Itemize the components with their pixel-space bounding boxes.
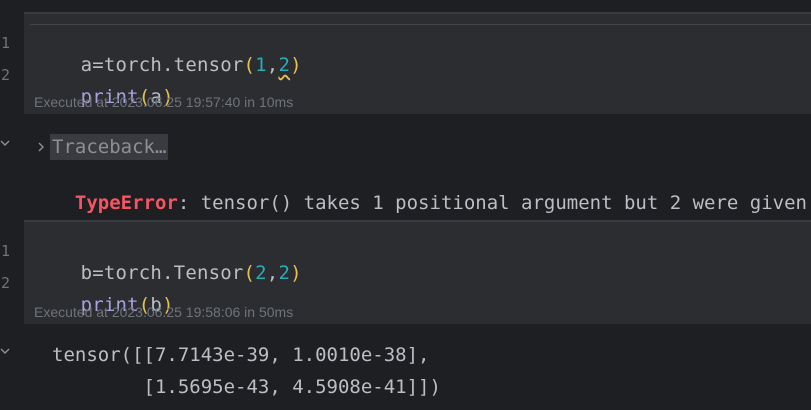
code-token-warning: 2 bbox=[278, 54, 291, 76]
code-cell-2[interactable]: b=torch.Tensor(2,2) print(b) Executed at… bbox=[24, 220, 811, 324]
execution-info: Executed at 2023.06.25 19:57:40 in 10ms bbox=[34, 94, 294, 110]
code-cell-1[interactable]: a=torch.tensor(1,2) print(a) Executed at… bbox=[24, 12, 811, 114]
error-type: TypeError bbox=[74, 192, 178, 214]
cell-divider bbox=[30, 24, 811, 25]
line-number: 1 bbox=[1, 242, 11, 260]
error-output: TypeError: tensor() takes 1 positional a… bbox=[52, 170, 807, 214]
chevron-down-icon[interactable] bbox=[0, 136, 10, 152]
chevron-down-icon[interactable] bbox=[0, 344, 10, 360]
code-token: ) bbox=[290, 54, 302, 76]
code-token: , bbox=[266, 262, 279, 284]
code-token: , bbox=[266, 54, 279, 76]
line-number: 2 bbox=[1, 66, 11, 84]
error-message: : tensor() takes 1 positional argument b… bbox=[177, 192, 807, 214]
code-token: ( bbox=[243, 54, 256, 76]
code-token: 2 bbox=[278, 262, 291, 284]
chevron-right-icon bbox=[36, 138, 46, 157]
traceback-button[interactable]: Traceback… bbox=[50, 134, 169, 160]
code-token: 1 bbox=[255, 54, 267, 76]
code-token: ) bbox=[290, 262, 302, 284]
line-number: 2 bbox=[1, 274, 11, 292]
tensor-output-line: [1.5695e-43, 4.5908e-41]]) bbox=[52, 376, 441, 398]
line-number: 1 bbox=[1, 34, 11, 52]
traceback-toggle[interactable]: Traceback… bbox=[36, 134, 169, 160]
execution-info: Executed at 2023.06.25 19:58:06 in 50ms bbox=[34, 304, 294, 320]
code-token: ( bbox=[243, 262, 256, 284]
code-token: 2 bbox=[255, 262, 267, 284]
tensor-output-line: tensor([[7.7143e-39, 1.0010e-38], bbox=[52, 344, 430, 366]
